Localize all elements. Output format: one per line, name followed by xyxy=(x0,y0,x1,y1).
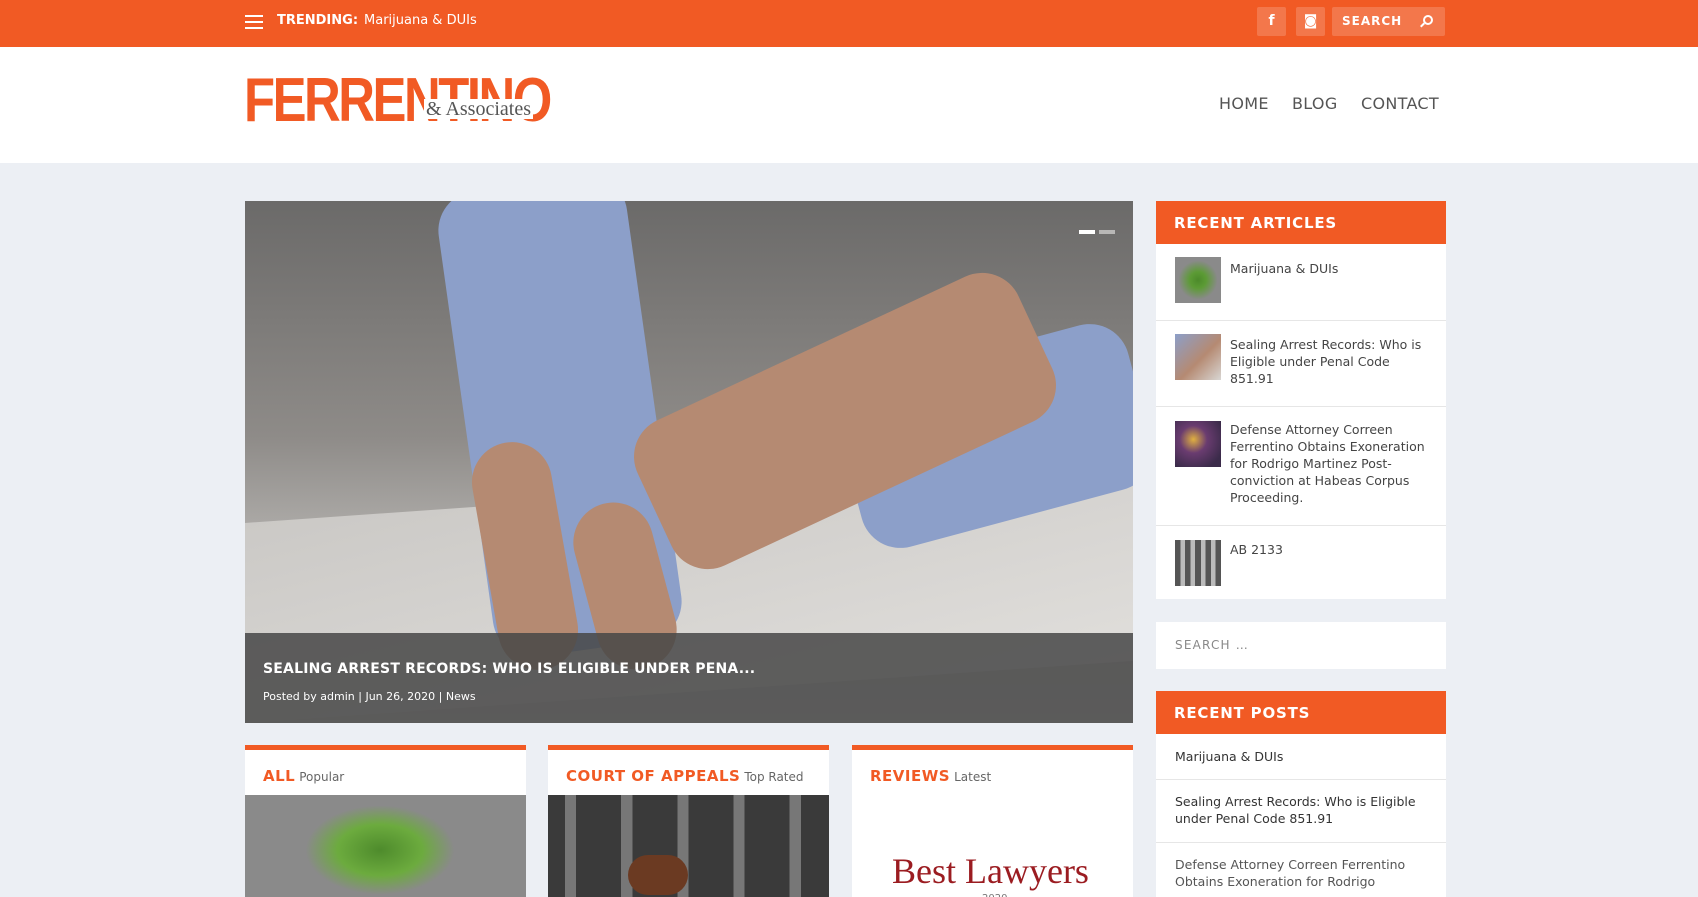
card-header: COURT OF APPEALS Top Rated xyxy=(566,766,804,785)
article-title[interactable]: Defense Attorney Correen Ferrentino Obta… xyxy=(1230,421,1430,506)
widget-title: RECENT ARTICLES xyxy=(1156,201,1446,244)
search-icon[interactable] xyxy=(1423,15,1433,25)
list-item[interactable]: AB 2133 xyxy=(1156,526,1446,599)
nav-home[interactable]: HOME xyxy=(1219,94,1269,113)
top-search-placeholder: SEARCH xyxy=(1342,14,1403,28)
instagram-icon[interactable]: ◙ xyxy=(1296,7,1325,36)
sidebar-search-input[interactable]: SEARCH … xyxy=(1156,622,1446,669)
list-item[interactable]: Sealing Arrest Records: Who is Eligible … xyxy=(1156,321,1446,407)
card-image[interactable] xyxy=(548,795,829,897)
slider-dot[interactable] xyxy=(1099,230,1115,234)
logo-sub-text: & Associates xyxy=(424,98,533,120)
best-lawyers-year: 2020 xyxy=(982,893,1007,897)
list-item[interactable]: Defense Attorney Correen Ferrentino Obta… xyxy=(1156,843,1446,897)
meta-prefix: Posted by xyxy=(263,690,317,703)
card-header: REVIEWS Latest xyxy=(870,766,991,785)
slide-caption: SEALING ARREST RECORDS: WHO IS ELIGIBLE … xyxy=(245,633,1133,723)
article-title[interactable]: Sealing Arrest Records: Who is Eligible … xyxy=(1230,336,1430,387)
site-header: FERRENTINO & Associates xyxy=(0,47,1698,163)
article-thumbnail[interactable] xyxy=(1175,334,1221,380)
card-subtitle: Top Rated xyxy=(744,770,804,784)
category-card-all: ALL Popular xyxy=(245,745,526,897)
meta-separator: | xyxy=(358,690,362,703)
sidebar-search-placeholder: SEARCH … xyxy=(1175,638,1249,652)
card-subtitle: Popular xyxy=(299,770,345,784)
card-title[interactable]: COURT OF APPEALS xyxy=(566,767,740,785)
meta-category[interactable]: News xyxy=(446,690,476,703)
article-thumbnail[interactable] xyxy=(1175,257,1221,303)
meta-date: Jun 26, 2020 xyxy=(365,690,436,703)
list-item[interactable]: Sealing Arrest Records: Who is Eligible … xyxy=(1156,780,1446,843)
article-title[interactable]: Marijuana & DUIs xyxy=(1230,260,1430,277)
recent-posts-widget: RECENT POSTS Marijuana & DUIs Sealing Ar… xyxy=(1156,691,1446,897)
article-thumbnail[interactable] xyxy=(1175,421,1221,467)
trending-bar: TRENDING: Marijuana & DUIs xyxy=(277,13,477,28)
slide-meta: Posted by admin | Jun 26, 2020 | News xyxy=(263,690,476,703)
widget-title: RECENT POSTS xyxy=(1156,691,1446,734)
recent-articles-widget: RECENT ARTICLES Marijuana & DUIs Sealing… xyxy=(1156,201,1446,599)
slider-dots[interactable] xyxy=(1075,219,1115,238)
category-card-reviews: REVIEWS Latest Best Lawyers 2020 xyxy=(852,745,1133,897)
nav-contact[interactable]: CONTACT xyxy=(1361,94,1439,113)
top-bar: TRENDING: Marijuana & DUIs f ◙ SEARCH xyxy=(0,0,1698,47)
trending-link[interactable]: Marijuana & DUIs xyxy=(364,13,477,28)
facebook-icon[interactable]: f xyxy=(1257,7,1286,36)
card-header: ALL Popular xyxy=(263,766,344,785)
best-lawyers-logo[interactable]: Best Lawyers xyxy=(892,850,1089,892)
meta-author[interactable]: admin xyxy=(320,690,354,703)
category-card-court-of-appeals: COURT OF APPEALS Top Rated xyxy=(548,745,829,897)
site-logo[interactable]: FERRENTINO & Associates xyxy=(244,69,552,133)
featured-slider[interactable]: SEALING ARREST RECORDS: WHO IS ELIGIBLE … xyxy=(245,201,1133,723)
top-search-input[interactable]: SEARCH xyxy=(1332,7,1445,36)
card-title[interactable]: REVIEWS xyxy=(870,767,950,785)
post-title[interactable]: Sealing Arrest Records: Who is Eligible … xyxy=(1175,793,1435,827)
list-item[interactable]: Defense Attorney Correen Ferrentino Obta… xyxy=(1156,407,1446,526)
slide-title[interactable]: SEALING ARREST RECORDS: WHO IS ELIGIBLE … xyxy=(263,661,755,677)
list-item[interactable]: Marijuana & DUIs xyxy=(1156,734,1446,780)
trending-label: TRENDING: xyxy=(277,13,359,28)
post-title[interactable]: Defense Attorney Correen Ferrentino Obta… xyxy=(1175,856,1435,890)
card-image[interactable] xyxy=(245,795,526,897)
nav-blog[interactable]: BLOG xyxy=(1292,94,1338,113)
menu-icon[interactable] xyxy=(245,15,263,29)
card-subtitle: Latest xyxy=(954,770,992,784)
list-item[interactable]: Marijuana & DUIs xyxy=(1156,244,1446,321)
slider-dot[interactable] xyxy=(1079,230,1095,234)
article-thumbnail[interactable] xyxy=(1175,540,1221,586)
article-title[interactable]: AB 2133 xyxy=(1230,541,1430,558)
card-title[interactable]: ALL xyxy=(263,767,295,785)
post-title[interactable]: Marijuana & DUIs xyxy=(1175,748,1435,765)
meta-separator: | xyxy=(438,690,443,703)
